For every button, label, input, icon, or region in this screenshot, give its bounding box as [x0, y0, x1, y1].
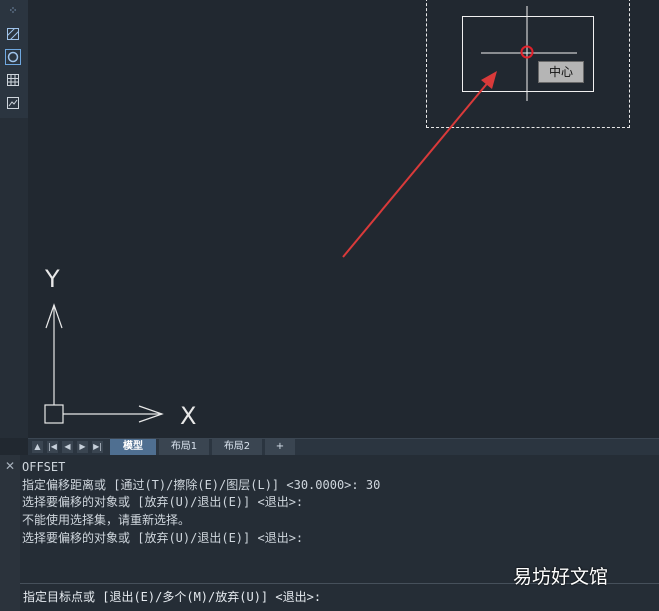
watermark-text: 易坊好文馆 [513, 566, 609, 588]
tab-model[interactable]: 模型 [110, 439, 156, 455]
close-icon[interactable]: ✕ [3, 459, 17, 473]
tab-layout1[interactable]: 布局1 [159, 439, 209, 455]
annotation-arrow-shaft [342, 79, 491, 258]
layout-tab-bar: ▲ |◀ ◀ ▶ ▶| 模型 布局1 布局2 + [28, 438, 659, 456]
tab-next-button[interactable]: ▶ [77, 441, 88, 453]
ucs-origin-box [44, 404, 64, 424]
osnap-tooltip: 中心 [538, 61, 584, 83]
ucs-y-label: Y [44, 265, 60, 293]
history-line: 不能使用选择集，请重新选择。 [22, 513, 191, 528]
tab-last-button[interactable]: ▶| [92, 441, 103, 453]
tab-scroll-up-button[interactable]: ▲ [32, 441, 43, 453]
tab-prev-button[interactable]: ◀ [62, 441, 73, 453]
tab-first-button[interactable]: |◀ [47, 441, 58, 453]
command-history: OFFSET 指定偏移距离或 [通过(T)/擦除(E)/图层(L)] <30.0… [22, 459, 652, 548]
history-line: 选择要偏移的对象或 [放弃(U)/退出(E)] <退出>: [22, 495, 304, 510]
add-layout-button[interactable]: + [265, 439, 295, 455]
history-line: 指定偏移距离或 [通过(T)/擦除(E)/图层(L)] <30.0000>: 3… [22, 477, 381, 492]
ucs-x-label: X [180, 402, 196, 430]
command-window-handle[interactable] [0, 455, 20, 611]
tab-layout2[interactable]: 布局2 [212, 439, 262, 455]
annotation-arrow-head [481, 71, 497, 89]
history-line: OFFSET [22, 460, 66, 474]
history-line: 选择要偏移的对象或 [放弃(U)/退出(E)] <退出>: [22, 530, 304, 545]
